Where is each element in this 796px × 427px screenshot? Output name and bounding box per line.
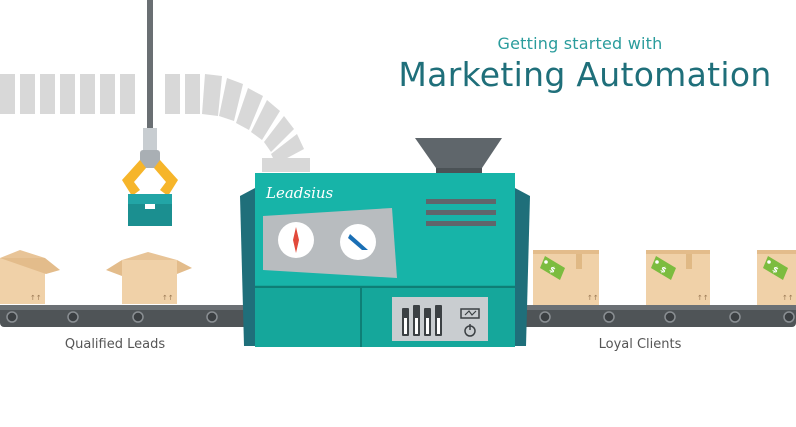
svg-text:↑↑: ↑↑ [587, 294, 599, 302]
svg-text:↑↑: ↑↑ [697, 294, 709, 302]
loyal-clients-label: Loyal Clients [598, 337, 682, 352]
priced-box-2: $ ↑↑ [646, 250, 710, 305]
svg-text:↑↑: ↑↑ [162, 294, 174, 302]
open-box-2: ↑↑ [106, 252, 192, 304]
page-title: Marketing Automation [398, 55, 772, 94]
svg-text:↑↑: ↑↑ [782, 294, 794, 302]
priced-box-3: $ ↑↑ [757, 250, 796, 305]
qualified-leads-label: Qualified Leads [64, 337, 166, 352]
svg-text:↑↑: ↑↑ [30, 294, 42, 302]
open-box-1: ↑↑ [0, 250, 60, 304]
subtitle: Getting started with [497, 34, 663, 53]
machine-brand-logo: Leadsius [266, 184, 334, 202]
priced-box-1: $ ↑↑ [533, 250, 599, 305]
